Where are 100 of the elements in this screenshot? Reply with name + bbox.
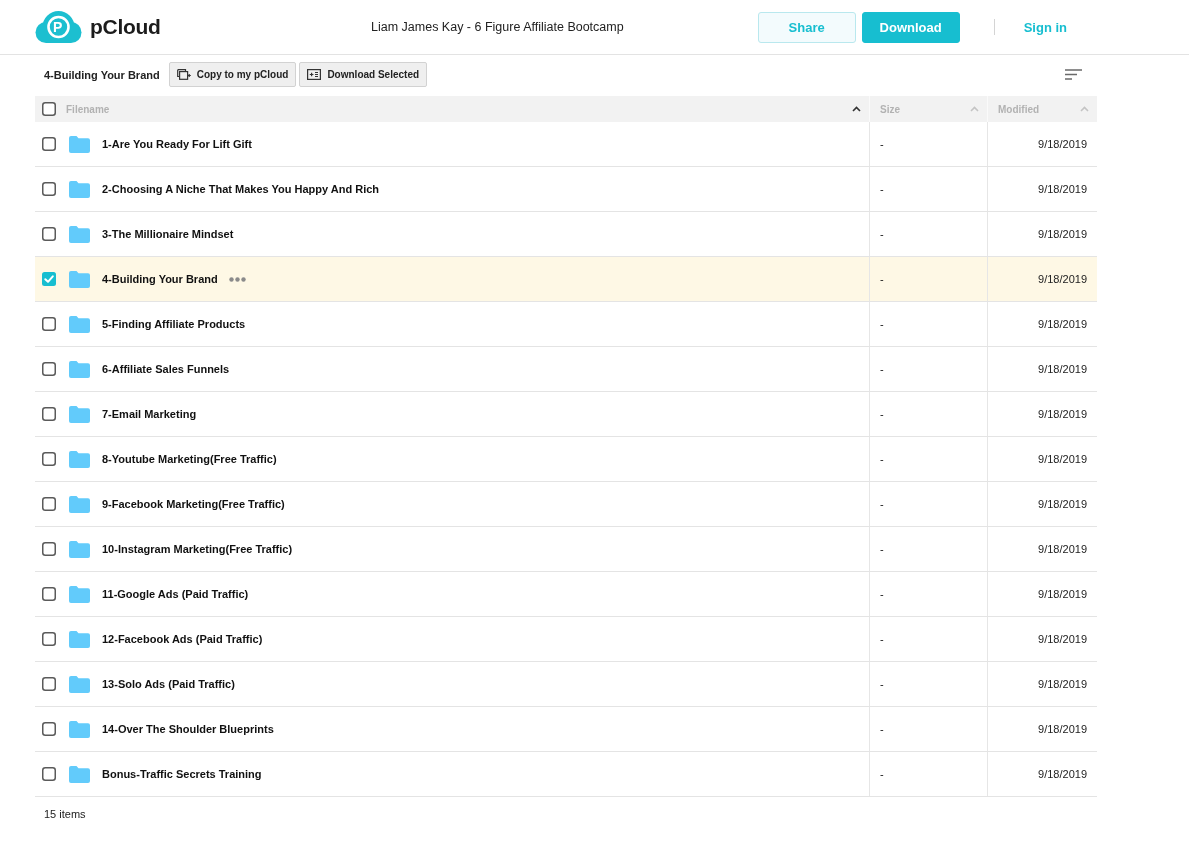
folder-icon bbox=[69, 495, 90, 513]
folder-icon bbox=[69, 405, 90, 423]
table-cell-text: 9/18/2019 bbox=[1037, 362, 1088, 377]
file-name[interactable]: Bonus-Traffic Secrets Training bbox=[102, 768, 262, 780]
checkbox[interactable] bbox=[42, 317, 56, 331]
table-cell: - bbox=[870, 662, 988, 706]
checkbox[interactable] bbox=[42, 632, 56, 646]
table-row[interactable]: 13-Solo Ads (Paid Traffic) - 9/18/2019 bbox=[35, 662, 1097, 707]
checkbox[interactable] bbox=[42, 542, 56, 556]
table-cell-text: 9/18/2019 bbox=[1037, 452, 1088, 467]
file-name[interactable]: 14-Over The Shoulder Blueprints bbox=[102, 723, 274, 735]
table-cell: - bbox=[870, 302, 988, 346]
table-row[interactable]: 3-The Millionaire Mindset - 9/18/2019 bbox=[35, 212, 1097, 257]
page-title: Liam James Kay - 6 Figure Affiliate Bootcamp bbox=[371, 20, 624, 34]
checkbox[interactable] bbox=[42, 272, 56, 286]
folder-icon bbox=[69, 630, 90, 648]
file-name[interactable]: 4-Building Your Brand bbox=[102, 273, 218, 285]
file-name[interactable]: 8-Youtube Marketing(Free Traffic) bbox=[102, 453, 277, 465]
table-cell: - bbox=[870, 392, 988, 436]
file-name[interactable]: 12-Facebook Ads (Paid Traffic) bbox=[102, 633, 263, 645]
folder-icon bbox=[69, 225, 90, 243]
folder-icon bbox=[69, 765, 90, 783]
folder-icon bbox=[69, 135, 90, 153]
folder-icon bbox=[69, 360, 90, 378]
table-cell-text: 9/18/2019 bbox=[1037, 497, 1088, 512]
table-row[interactable]: Bonus-Traffic Secrets Training - 9/18/2019 bbox=[35, 752, 1097, 797]
folder-icon bbox=[69, 540, 90, 558]
table-row[interactable]: 6-Affiliate Sales Funnels - 9/18/2019 bbox=[35, 347, 1097, 392]
file-name[interactable]: 13-Solo Ads (Paid Traffic) bbox=[102, 678, 235, 690]
checkbox[interactable] bbox=[42, 767, 56, 781]
table-row[interactable]: 7-Email Marketing - 9/18/2019 bbox=[35, 392, 1097, 437]
table-cell: - bbox=[870, 707, 988, 751]
table-cell: - bbox=[870, 347, 988, 391]
checkbox[interactable] bbox=[42, 407, 56, 421]
table-cell: - bbox=[870, 572, 988, 616]
more-icon[interactable] bbox=[228, 276, 246, 282]
folder-icon bbox=[69, 720, 90, 738]
file-name[interactable]: 1-Are You Ready For Lift Gift bbox=[102, 138, 252, 150]
table-row[interactable]: 2-Choosing A Niche That Makes You Happy And Rich - 9/18/2019 bbox=[35, 167, 1097, 212]
file-name[interactable]: 11-Google Ads (Paid Traffic) bbox=[102, 588, 249, 600]
checkbox[interactable] bbox=[42, 452, 56, 466]
folder-icon bbox=[69, 450, 90, 468]
copy-button[interactable]: Copy to my pCloud bbox=[168, 62, 297, 87]
file-name[interactable]: 6-Affiliate Sales Funnels bbox=[102, 363, 230, 375]
logo-text: pCloud bbox=[90, 15, 161, 39]
checkbox[interactable] bbox=[42, 497, 56, 511]
table-cell-text: 9/18/2019 bbox=[1037, 317, 1088, 332]
table-cell: - bbox=[870, 122, 988, 166]
folder-icon bbox=[69, 180, 90, 198]
table-cell-text: 9/18/2019 bbox=[1037, 182, 1088, 197]
table-cell: - bbox=[870, 212, 988, 256]
checkbox[interactable] bbox=[42, 182, 56, 196]
checkbox[interactable] bbox=[42, 677, 56, 691]
folder-icon bbox=[69, 585, 90, 603]
file-name[interactable]: 10-Instagram Marketing(Free Traffic) bbox=[102, 543, 293, 555]
breadcrumb: 4-Building Your Brand bbox=[44, 68, 160, 81]
logo-mark: P bbox=[53, 19, 63, 35]
folder-icon bbox=[69, 270, 90, 288]
caret-icon bbox=[852, 106, 861, 112]
table-row[interactable]: 12-Facebook Ads (Paid Traffic) - 9/18/2019 bbox=[35, 617, 1097, 662]
download-selected-button[interactable]: Download Selected bbox=[299, 62, 428, 87]
file-name[interactable]: 9-Facebook Marketing(Free Traffic) bbox=[102, 498, 285, 510]
table-row[interactable]: 4-Building Your Brand - 9/18/2019 bbox=[35, 257, 1097, 302]
file-name[interactable]: 5-Finding Affiliate Products bbox=[102, 318, 246, 330]
folder-icon bbox=[69, 675, 90, 693]
table-cell-text: 9/18/2019 bbox=[1037, 632, 1088, 647]
checkbox[interactable] bbox=[42, 102, 56, 116]
table-cell-text: 9/18/2019 bbox=[1037, 767, 1088, 782]
sort-icon[interactable] bbox=[1065, 69, 1082, 80]
table-cell-text: 9/18/2019 bbox=[1037, 407, 1088, 422]
table-cell: - bbox=[870, 752, 988, 796]
table-row[interactable]: 5-Finding Affiliate Products - 9/18/2019 bbox=[35, 302, 1097, 347]
copy-icon bbox=[176, 69, 191, 80]
checkbox[interactable] bbox=[42, 722, 56, 736]
table-cell-text: 9/18/2019 bbox=[1037, 587, 1088, 602]
table-cell: - bbox=[870, 617, 988, 661]
table-cell-text: 9/18/2019 bbox=[1037, 227, 1088, 242]
checkbox[interactable] bbox=[42, 587, 56, 601]
table-row[interactable]: 8-Youtube Marketing(Free Traffic) - 9/18/2019 bbox=[35, 437, 1097, 482]
checkbox[interactable] bbox=[42, 137, 56, 151]
folder-icon bbox=[69, 315, 90, 333]
item-count: 15 items bbox=[43, 807, 87, 820]
table-row[interactable]: 1-Are You Ready For Lift Gift - 9/18/2019 bbox=[35, 122, 1097, 167]
table-row[interactable]: 10-Instagram Marketing(Free Traffic) - 9/18/2019 bbox=[35, 527, 1097, 572]
cloud-logo-icon bbox=[35, 11, 82, 43]
checkbox[interactable] bbox=[42, 362, 56, 376]
table-cell: - bbox=[870, 527, 988, 571]
file-name[interactable]: 7-Email Marketing bbox=[102, 408, 197, 420]
table-cell-text: 9/18/2019 bbox=[1037, 542, 1088, 557]
table-cell-text: 9/18/2019 bbox=[1037, 677, 1088, 692]
table-row[interactable]: 14-Over The Shoulder Blueprints - 9/18/2019 bbox=[35, 707, 1097, 752]
download-icon bbox=[307, 69, 322, 80]
file-name[interactable]: 2-Choosing A Niche That Makes You Happy And Rich bbox=[102, 183, 380, 195]
checkbox[interactable] bbox=[42, 227, 56, 241]
file-name[interactable]: 3-The Millionaire Mindset bbox=[102, 228, 234, 240]
table-cell: - bbox=[870, 437, 988, 481]
table-cell: - bbox=[870, 167, 988, 211]
table-row[interactable]: 11-Google Ads (Paid Traffic) - 9/18/2019 bbox=[35, 572, 1097, 617]
table-row[interactable]: 9-Facebook Marketing(Free Traffic) - 9/18/2019 bbox=[35, 482, 1097, 527]
table-cell: - bbox=[870, 482, 988, 526]
